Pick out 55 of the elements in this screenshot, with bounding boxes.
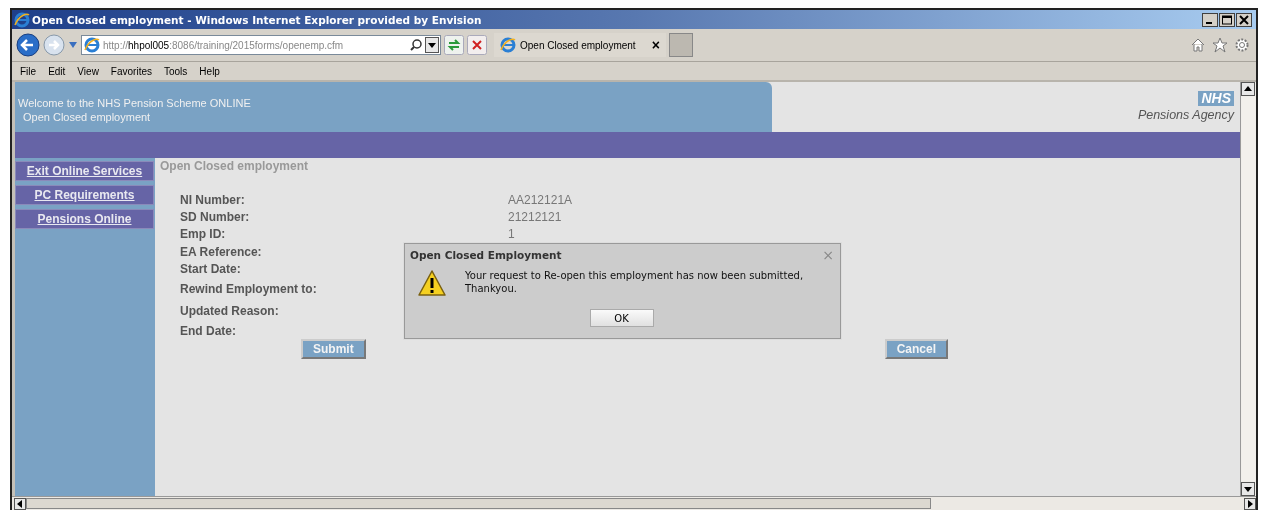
scroll-left-icon[interactable]	[14, 497, 26, 510]
tab-close[interactable]: ×	[651, 37, 660, 53]
window-title: Open Closed employment - Windows Internet Explorer provided by Envision	[32, 13, 482, 26]
menu-item[interactable]: Edit	[48, 65, 66, 77]
page-icon	[84, 37, 100, 53]
field-value: 1	[508, 227, 515, 242]
star-icon[interactable]	[1212, 37, 1228, 53]
back-icon[interactable]	[16, 33, 40, 57]
field-label: End Date:	[180, 323, 236, 338]
logo: NHS	[1198, 91, 1234, 106]
field-label: Updated Reason:	[180, 303, 279, 318]
field-value: AA212121A	[508, 192, 573, 207]
dialog-title: Open Closed Employment	[410, 249, 562, 261]
warning-icon	[417, 269, 447, 297]
close-icon[interactable]	[1236, 12, 1252, 27]
horizontal-scrollbar[interactable]	[12, 496, 1256, 510]
field-label: SD Number:	[180, 210, 250, 225]
refresh-icon[interactable]	[444, 35, 464, 55]
sidebar-link[interactable]: Exit Online Services	[15, 161, 154, 181]
field-label: Start Date:	[180, 262, 241, 277]
page-icon	[500, 37, 516, 53]
settings-icon[interactable]	[1234, 37, 1250, 53]
browser-logo-icon	[14, 11, 30, 28]
home-icon[interactable]	[1190, 37, 1206, 53]
field-label: NI Number:	[180, 192, 245, 207]
sidebar-link[interactable]: Pensions Online	[15, 209, 154, 229]
field-label: Emp ID:	[180, 227, 226, 242]
menu-item[interactable]: Help	[199, 65, 220, 77]
menu-item[interactable]: File	[20, 65, 37, 77]
scroll-up-icon[interactable]	[1241, 82, 1255, 96]
field-label: EA Reference:	[180, 244, 262, 259]
scroll-right-icon[interactable]	[1244, 497, 1256, 510]
minimize-icon[interactable]	[1202, 12, 1218, 27]
address-field[interactable]: http://hhpol005:8086/training/2015forms/openemp.cfm	[81, 35, 441, 55]
menu-item[interactable]: Favorites	[110, 65, 152, 77]
form-title: Open Closed employment	[160, 158, 310, 173]
dropdown-icon[interactable]	[425, 37, 439, 53]
stop-icon[interactable]	[467, 35, 487, 55]
menu-item[interactable]: View	[77, 65, 99, 77]
welcome-text: Welcome to the NHS Pension Scheme ONLINE	[18, 97, 252, 109]
field-label: Rewind Employment to:	[180, 281, 317, 296]
browser-tab[interactable]: Open Closed employment ×	[494, 33, 666, 57]
field-value: 21212121	[508, 210, 562, 225]
search-icon	[410, 39, 422, 51]
dialog-message: Your request to Re-open this employment has now been submitted,	[465, 269, 804, 282]
agency-name: Pensions Agency	[1137, 108, 1234, 122]
vertical-scrollbar[interactable]	[1240, 82, 1256, 496]
page-subtitle: Open Closed employment	[22, 111, 152, 123]
ok-button[interactable]: OK	[589, 309, 654, 327]
tab-label[interactable]: Open Closed employment	[520, 39, 648, 51]
scroll-down-icon[interactable]	[1241, 482, 1255, 496]
dialog-message: Thankyou.	[465, 282, 518, 295]
menu-item[interactable]: Tools	[164, 65, 188, 77]
sidebar-link[interactable]: PC Requirements	[15, 185, 154, 205]
maximize-icon[interactable]	[1219, 12, 1235, 27]
